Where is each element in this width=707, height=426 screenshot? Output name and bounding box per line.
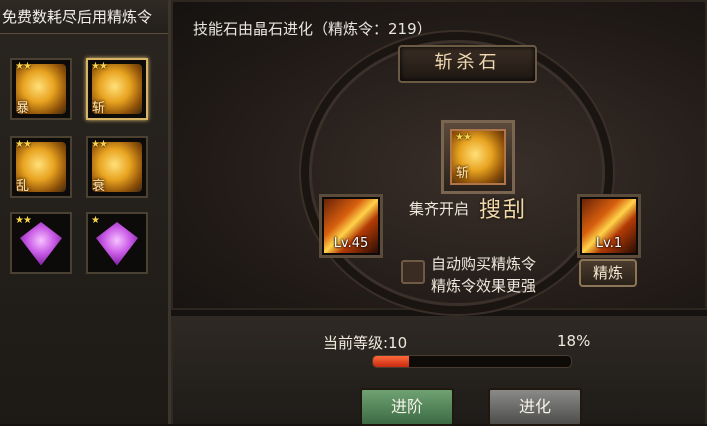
stone-name-plate: 斩杀石 — [398, 45, 537, 83]
star-rating: ★★ — [15, 139, 32, 150]
purple-gem-icon — [96, 222, 138, 266]
evolve-panel: 技能石由晶石进化（精炼令：219） 斩杀石 ★★ 斩 Lv.45 集齐开启 搜刮… — [171, 0, 707, 310]
star-rating: ★ — [91, 215, 100, 226]
stone-slot[interactable]: ★★ 暴 — [10, 58, 72, 120]
progress-percent: 18% — [557, 332, 591, 350]
stone-slot[interactable]: ★★ — [10, 212, 72, 274]
stone-slot[interactable]: ★ — [86, 212, 148, 274]
auto-buy-line2: 精炼令效果更强 — [431, 277, 537, 295]
refine-button[interactable]: 精炼 — [579, 259, 637, 287]
right-skill-slot[interactable]: Lv.1 — [577, 194, 641, 258]
auto-buy-text: 自动购买精炼令 精炼令效果更强 — [431, 253, 536, 297]
right-skill-level: Lv.1 — [595, 236, 623, 251]
stone-char: 乱 — [16, 179, 30, 194]
star-rating: ★★ — [455, 132, 472, 143]
golden-stone-icon: ★★ 斩 — [450, 129, 506, 185]
stone-list-panel: 免费数耗尽后用精炼令 ★★ 暴 ★★ 斩 ★★ 乱 ★★ 衰 ★★ ★ — [0, 0, 171, 424]
advance-button[interactable]: 进阶 — [360, 388, 454, 426]
left-skill-slot[interactable]: Lv.45 — [319, 194, 383, 258]
stone-slot[interactable]: ★★ 斩 — [86, 58, 148, 120]
left-panel-header: 免费数耗尽后用精炼令 — [0, 0, 168, 34]
stone-slot[interactable]: ★★ 乱 — [10, 136, 72, 198]
star-rating: ★★ — [91, 61, 108, 72]
collect-skill-name: 搜刮 — [479, 198, 528, 223]
collect-label: 集齐开启 — [409, 200, 470, 218]
stone-char: 衰 — [92, 179, 106, 194]
auto-buy-checkbox[interactable] — [401, 260, 425, 284]
stone-slot[interactable]: ★★ 衰 — [86, 136, 148, 198]
stone-char: 暴 — [16, 101, 30, 116]
level-panel: 当前等级:10 18% 进阶 进化 — [171, 316, 707, 426]
stone-char: 斩 — [456, 166, 470, 181]
current-level-label: 当前等级:10 — [323, 334, 408, 352]
star-rating: ★★ — [15, 61, 32, 72]
star-rating: ★★ — [91, 139, 108, 150]
evolve-button[interactable]: 进化 — [488, 388, 582, 426]
progress-bar — [372, 355, 572, 368]
star-rating: ★★ — [15, 215, 32, 226]
stone-char: 斩 — [92, 101, 106, 116]
evolve-subtitle: 技能石由晶石进化（精炼令：219） — [193, 20, 432, 38]
center-stone-slot[interactable]: ★★ 斩 — [441, 120, 515, 194]
left-skill-level: Lv.45 — [333, 236, 369, 251]
progress-bar-fill — [373, 356, 409, 367]
auto-buy-line1: 自动购买精炼令 — [431, 255, 537, 273]
